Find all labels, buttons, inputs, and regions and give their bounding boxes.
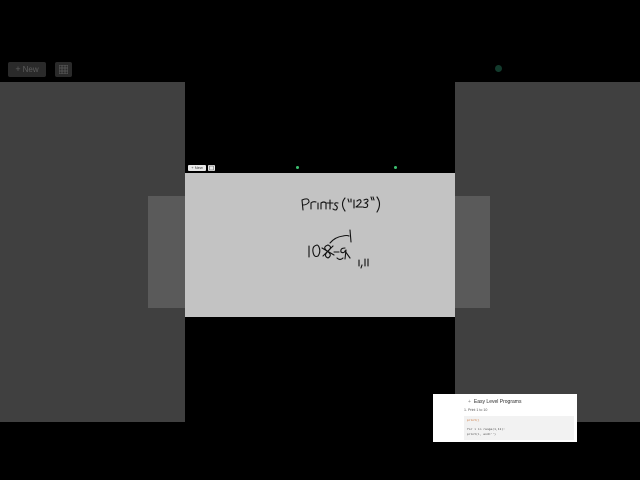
bullet-icon: +	[468, 399, 471, 405]
handwriting-top	[301, 196, 381, 213]
handwriting-crossed-digit	[321, 244, 335, 259]
code-block: print() for i in range(1,11): print(i, e…	[464, 416, 574, 440]
plus-icon: +	[15, 64, 21, 74]
slide-subtitle: 1. Print 1 to 10	[464, 408, 488, 412]
status-dot	[394, 166, 397, 169]
whiteboard-canvas[interactable]: + Easy Level Programs 1. Print 1 to 10 pr…	[185, 173, 577, 442]
inner-grid-button[interactable]	[208, 165, 215, 171]
grid-icon	[59, 65, 68, 74]
new-button-label: New	[22, 65, 39, 74]
grid-view-button[interactable]	[55, 62, 72, 77]
slide-title-text: Easy Level Programs	[473, 399, 522, 405]
handwriting-left-number	[308, 244, 321, 258]
handwriting-range	[333, 247, 347, 261]
pasted-slide: + Easy Level Programs 1. Print 1 to 10 pr…	[433, 394, 577, 442]
code-line: print()	[467, 418, 480, 422]
handwriting-layer	[301, 196, 381, 269]
left-panel-tab	[148, 196, 185, 308]
status-indicator	[495, 65, 502, 72]
code-line: for i in range(1,11):	[467, 427, 505, 431]
grid-icon	[209, 165, 214, 171]
right-panel-tab	[455, 196, 490, 308]
new-button[interactable]: + New	[8, 62, 46, 77]
slide-title: + Easy Level Programs	[468, 399, 521, 405]
handwriting-right-note	[358, 258, 369, 269]
status-dot	[296, 166, 299, 169]
inner-new-button[interactable]: + New	[188, 165, 206, 171]
handwriting-arrow	[329, 229, 352, 259]
code-line: print(i, end='')	[467, 432, 496, 436]
